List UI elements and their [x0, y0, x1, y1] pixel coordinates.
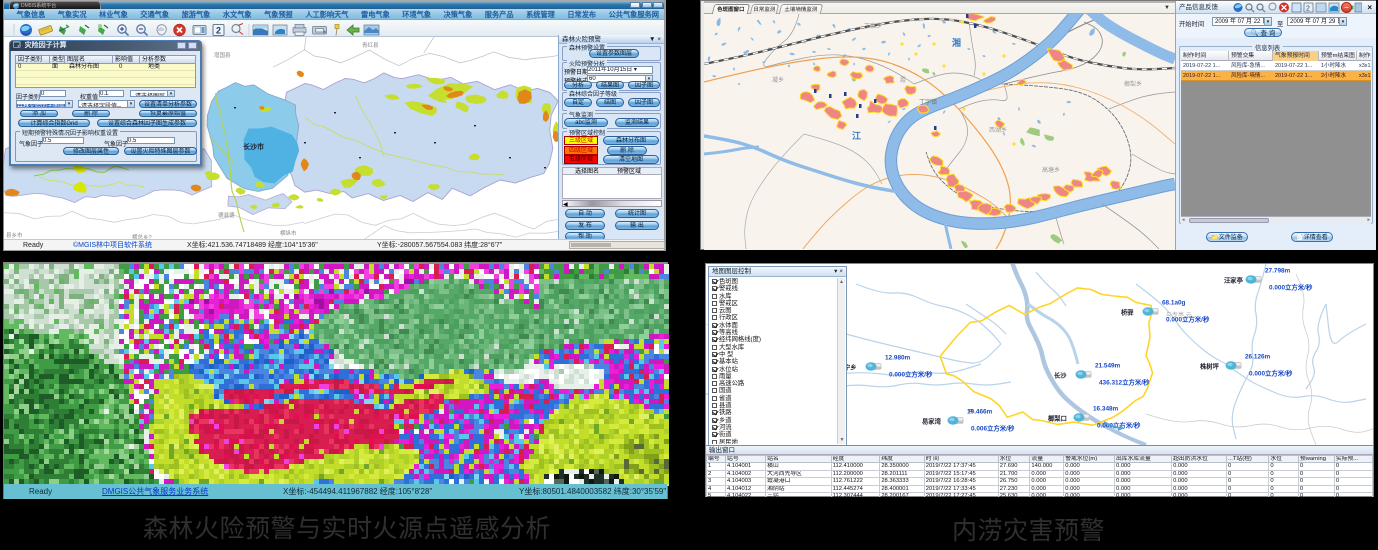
svg-text:与专亭 云: 与专亭 云 [1166, 311, 1192, 319]
svg-text:68.1a0g: 68.1a0g [1162, 300, 1186, 307]
svg-text:0.000立方米/秒: 0.000立方米/秒 [1269, 283, 1313, 292]
svg-text:丁字镇: 丁字镇 [919, 98, 937, 106]
svg-text:26.126m: 26.126m [1245, 354, 1271, 361]
svg-text:湘: 湘 [952, 37, 961, 48]
svg-text:0.006立方米/秒: 0.006立方米/秒 [971, 424, 1015, 433]
svg-text:2: 2 [1306, 6, 1310, 13]
svg-text:榔梨口: 榔梨口 [1048, 414, 1067, 423]
svg-text:0.000立方米/秒: 0.000立方米/秒 [889, 370, 933, 379]
svg-text:2: 2 [216, 26, 221, 36]
svg-text:0.000立方米/秒: 0.000立方米/秒 [1249, 369, 1293, 378]
svg-text:19.466m: 19.466m [967, 409, 993, 416]
svg-text:增国县: 增国县 [214, 51, 231, 59]
svg-text:德滋德: 德滋德 [218, 211, 235, 219]
svg-text:16.348m: 16.348m [1093, 406, 1119, 413]
svg-text:汪家亭: 汪家亭 [1224, 276, 1244, 285]
svg-text:丁家乡: 丁家乡 [864, 22, 882, 30]
svg-text:桥驿: 桥驿 [1121, 308, 1134, 317]
svg-text:株树坪: 株树坪 [1200, 362, 1220, 371]
svg-text:高塘乡: 高塘乡 [1042, 166, 1060, 174]
svg-text:西湖乡: 西湖乡 [989, 126, 1007, 134]
svg-text:21.549m: 21.549m [1095, 363, 1121, 370]
svg-text:县乡市: 县乡市 [6, 231, 23, 239]
svg-text:青红县: 青红县 [362, 41, 379, 49]
svg-text:长沙市: 长沙市 [243, 142, 264, 151]
svg-text:436.312立方米/秒: 436.312立方米/秒 [1099, 378, 1150, 387]
svg-text:江: 江 [852, 130, 861, 141]
svg-text:长沙: 长沙 [1054, 371, 1067, 380]
svg-text:横纵市: 横纵市 [280, 229, 297, 237]
svg-text:12.980m: 12.980m [885, 355, 911, 362]
svg-text:榔梨乡: 榔梨乡 [1124, 80, 1142, 88]
svg-text:27.798m: 27.798m [1265, 268, 1291, 275]
svg-text:易家湾: 易家湾 [922, 417, 942, 426]
